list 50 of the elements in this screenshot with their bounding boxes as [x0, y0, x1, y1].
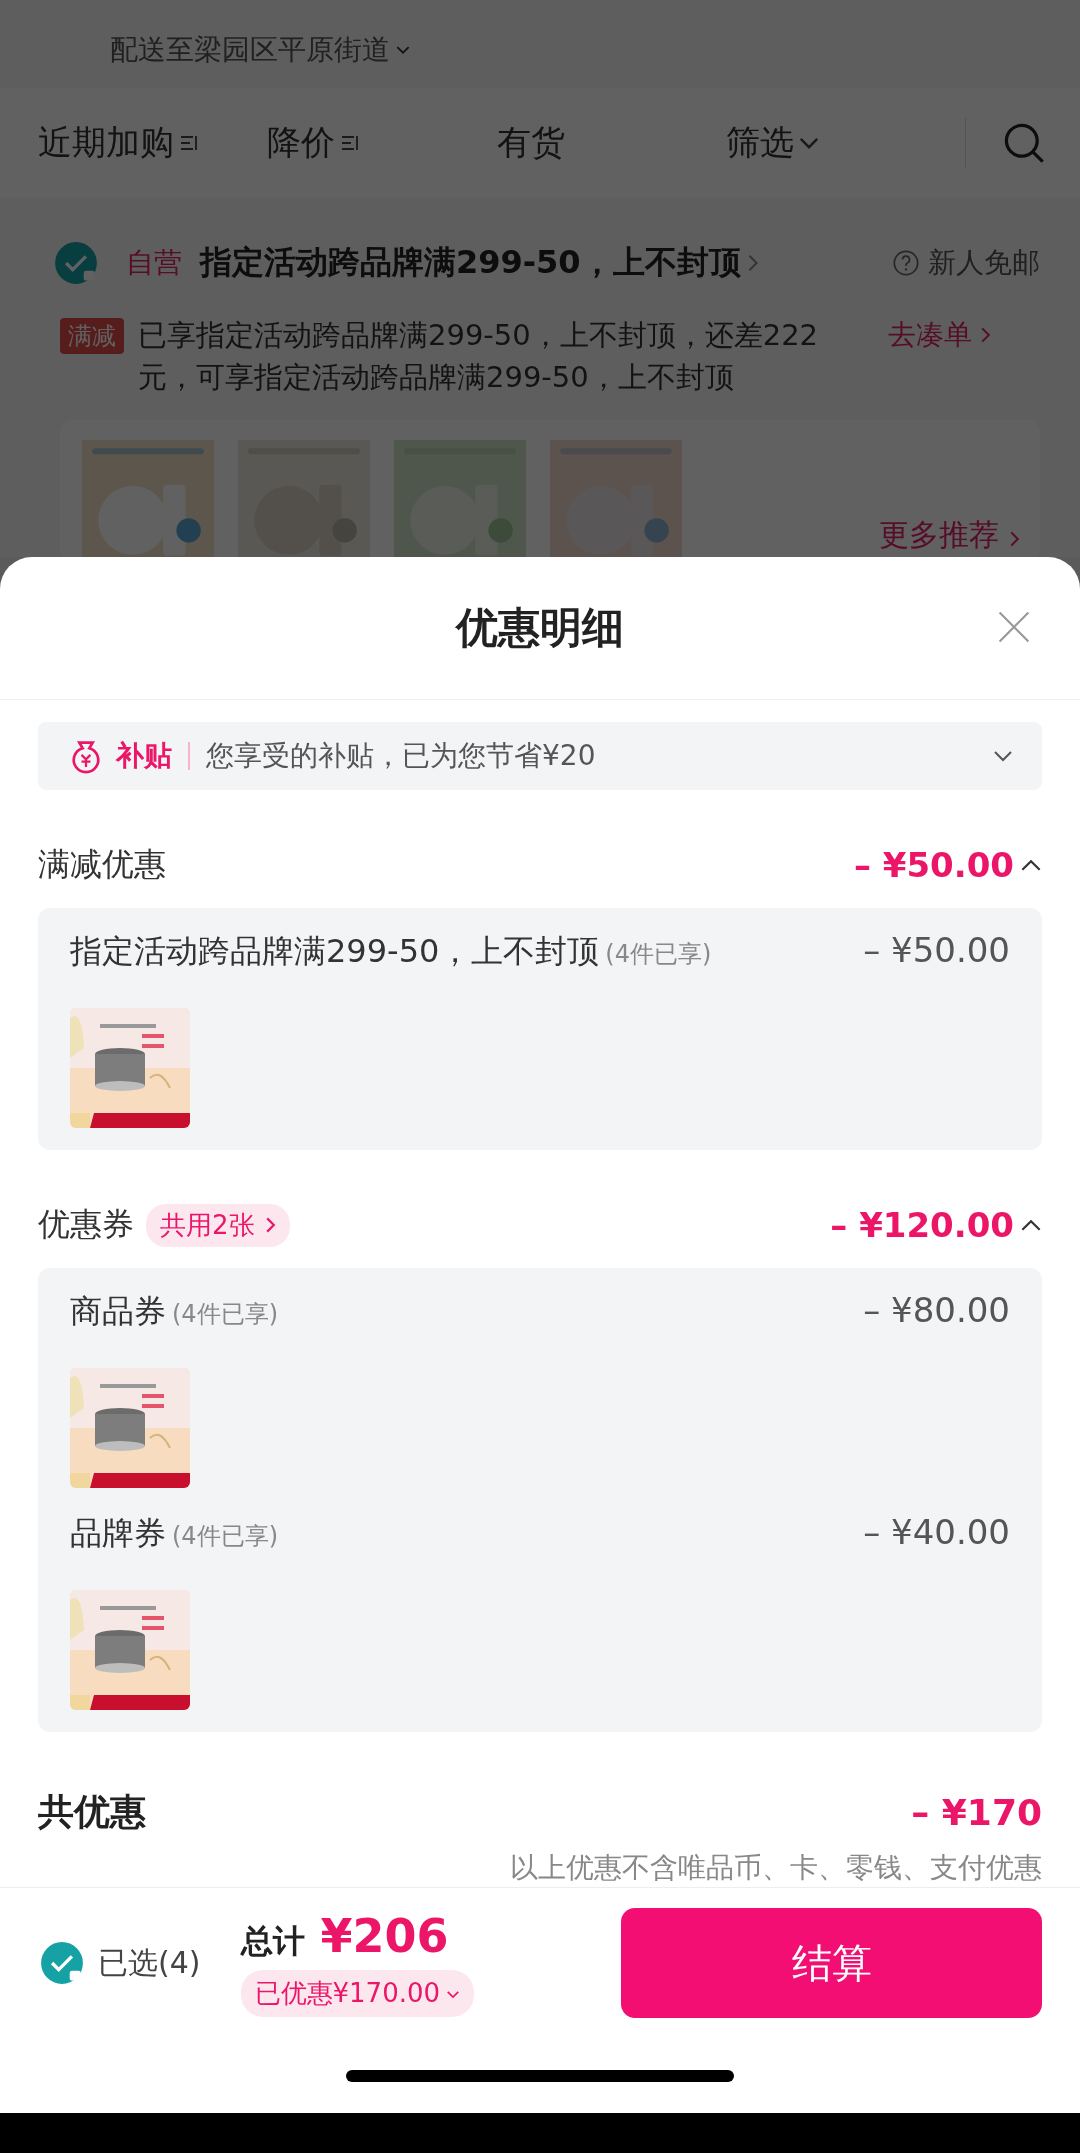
filter-tab[interactable]: 降价: [267, 120, 497, 166]
discount-pill[interactable]: 已优惠¥170.00: [240, 1970, 475, 2017]
coupon-count-badge[interactable]: 共用2张: [146, 1203, 290, 1247]
more-recommendations-link[interactable]: 更多推荐: [879, 515, 999, 557]
discount-tag: 满减: [60, 318, 124, 354]
section-amount: – ¥50.00: [853, 845, 1014, 885]
discount-amount: – ¥50.00: [863, 930, 1010, 970]
close-icon[interactable]: [996, 609, 1032, 645]
discount-name: 商品券: [70, 1291, 166, 1332]
discount-name: 品牌券: [70, 1513, 166, 1554]
chevron-icon[interactable]: [1020, 1218, 1042, 1232]
promo-notice: 已享指定活动跨品牌满299-50，上不封顶，还差222元，可享指定活动跨品牌满299-50，上不封顶: [138, 317, 820, 396]
chevron-right-icon: [980, 326, 991, 344]
chevron-down-icon: [396, 45, 410, 55]
section-amount: – ¥120.00: [830, 1205, 1014, 1245]
filter-tab[interactable]: 近期加购: [38, 120, 268, 166]
search-icon[interactable]: [1002, 121, 1046, 165]
item-count-note: (4件已享): [172, 1521, 278, 1552]
total-discount-amount: – ¥170: [911, 1792, 1042, 1833]
chevron-right-icon: [746, 253, 759, 273]
filter-tab[interactable]: 筛选: [725, 120, 955, 166]
chevron-icon: [992, 750, 1014, 762]
filter-tab[interactable]: 有货: [496, 120, 726, 166]
selected-count: 已选(4): [98, 1943, 201, 1982]
promo-title[interactable]: 指定活动跨品牌满299-50，上不封顶: [200, 241, 741, 285]
shipping-note: 新人免邮: [928, 245, 1040, 281]
delivery-address[interactable]: 配送至梁园区平原街道: [110, 31, 390, 69]
total-price: ¥206: [320, 1909, 449, 1963]
checkbox-icon[interactable]: [54, 241, 98, 285]
total-discount-label: 共优惠: [38, 1790, 146, 1834]
sheet-title: 优惠明细: [456, 602, 624, 654]
discount-amount: – ¥40.00: [863, 1512, 1010, 1552]
section-title: 满减优惠: [38, 844, 166, 885]
sort-icon: [178, 133, 200, 153]
discount-amount: – ¥80.00: [863, 1290, 1010, 1330]
section-title: 优惠券: [38, 1204, 134, 1245]
chevron-right-icon: [1009, 530, 1020, 548]
checkbox-icon[interactable]: [40, 1941, 84, 1985]
chevron-icon[interactable]: [1020, 858, 1042, 872]
chevron-down-icon: [446, 1990, 461, 1999]
discount-disclaimer: 以上优惠不含唯品币、卡、零钱、支付优惠: [510, 1850, 1042, 1886]
self-operated-label: 自营: [126, 245, 182, 281]
subsidy-bar[interactable]: 补贴 您享受的补贴，已为您节省¥20: [38, 722, 1042, 790]
add-items-link[interactable]: 去凑单: [888, 316, 972, 354]
discount-name: 指定活动跨品牌满299-50，上不封顶: [70, 931, 600, 972]
total-label: 总计: [240, 1921, 305, 1962]
item-count-note: (4件已享): [172, 1299, 278, 1330]
question-icon[interactable]: [892, 249, 920, 277]
checkout-button[interactable]: 结算: [621, 1908, 1042, 2018]
item-count-note: (4件已享): [605, 939, 712, 970]
